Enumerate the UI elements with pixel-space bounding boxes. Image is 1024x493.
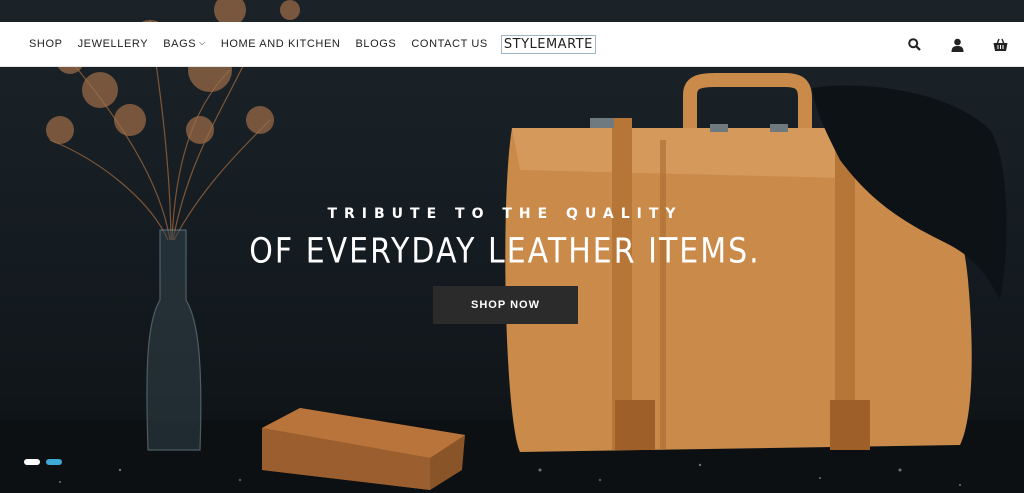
nav-item-label: SHOP (29, 38, 63, 50)
nav-item-label: JEWELLERY (77, 38, 149, 50)
nav-item-label: BAGS (163, 38, 197, 50)
nav-item-bags[interactable]: BAGS ⌵ (163, 38, 206, 50)
nav-icons (879, 22, 1008, 67)
slider-dot-1[interactable] (24, 459, 40, 465)
hero-title: OF EVERYDAY LEATHER ITEMS. (249, 231, 761, 272)
nav-item-label: CONTACT US (411, 38, 488, 50)
site-logo[interactable]: STYLEMARTE (500, 34, 596, 54)
nav-item-label: HOME AND KITCHEN (220, 38, 341, 50)
search-icon[interactable] (906, 37, 922, 53)
user-icon[interactable] (949, 37, 965, 53)
nav-item-contact-us[interactable]: CONTACT US (411, 38, 488, 50)
logo-text: STYLEMARTE (503, 36, 593, 52)
nav-item-jewellery[interactable]: JEWELLERY (78, 38, 149, 50)
slider-dot-2[interactable] (46, 459, 62, 465)
shop-now-button[interactable]: SHOP NOW (433, 286, 578, 324)
nav-links: SHOP JEWELLERY BAGS ⌵ HOME AND KITCHEN B… (29, 22, 596, 66)
slider-pagination (24, 459, 68, 465)
nav-item-label: BLOGS (355, 38, 397, 50)
nav-item-shop[interactable]: SHOP (29, 38, 63, 50)
top-navigation: SHOP JEWELLERY BAGS ⌵ HOME AND KITCHEN B… (0, 22, 1024, 67)
chevron-down-icon: ⌵ (199, 38, 206, 47)
cart-icon[interactable] (992, 37, 1008, 53)
nav-item-home-and-kitchen[interactable]: HOME AND KITCHEN (221, 38, 341, 50)
nav-item-blogs[interactable]: BLOGS (355, 38, 396, 50)
hero-subtitle: TRIBUTE TO THE QUALITY (327, 206, 683, 222)
